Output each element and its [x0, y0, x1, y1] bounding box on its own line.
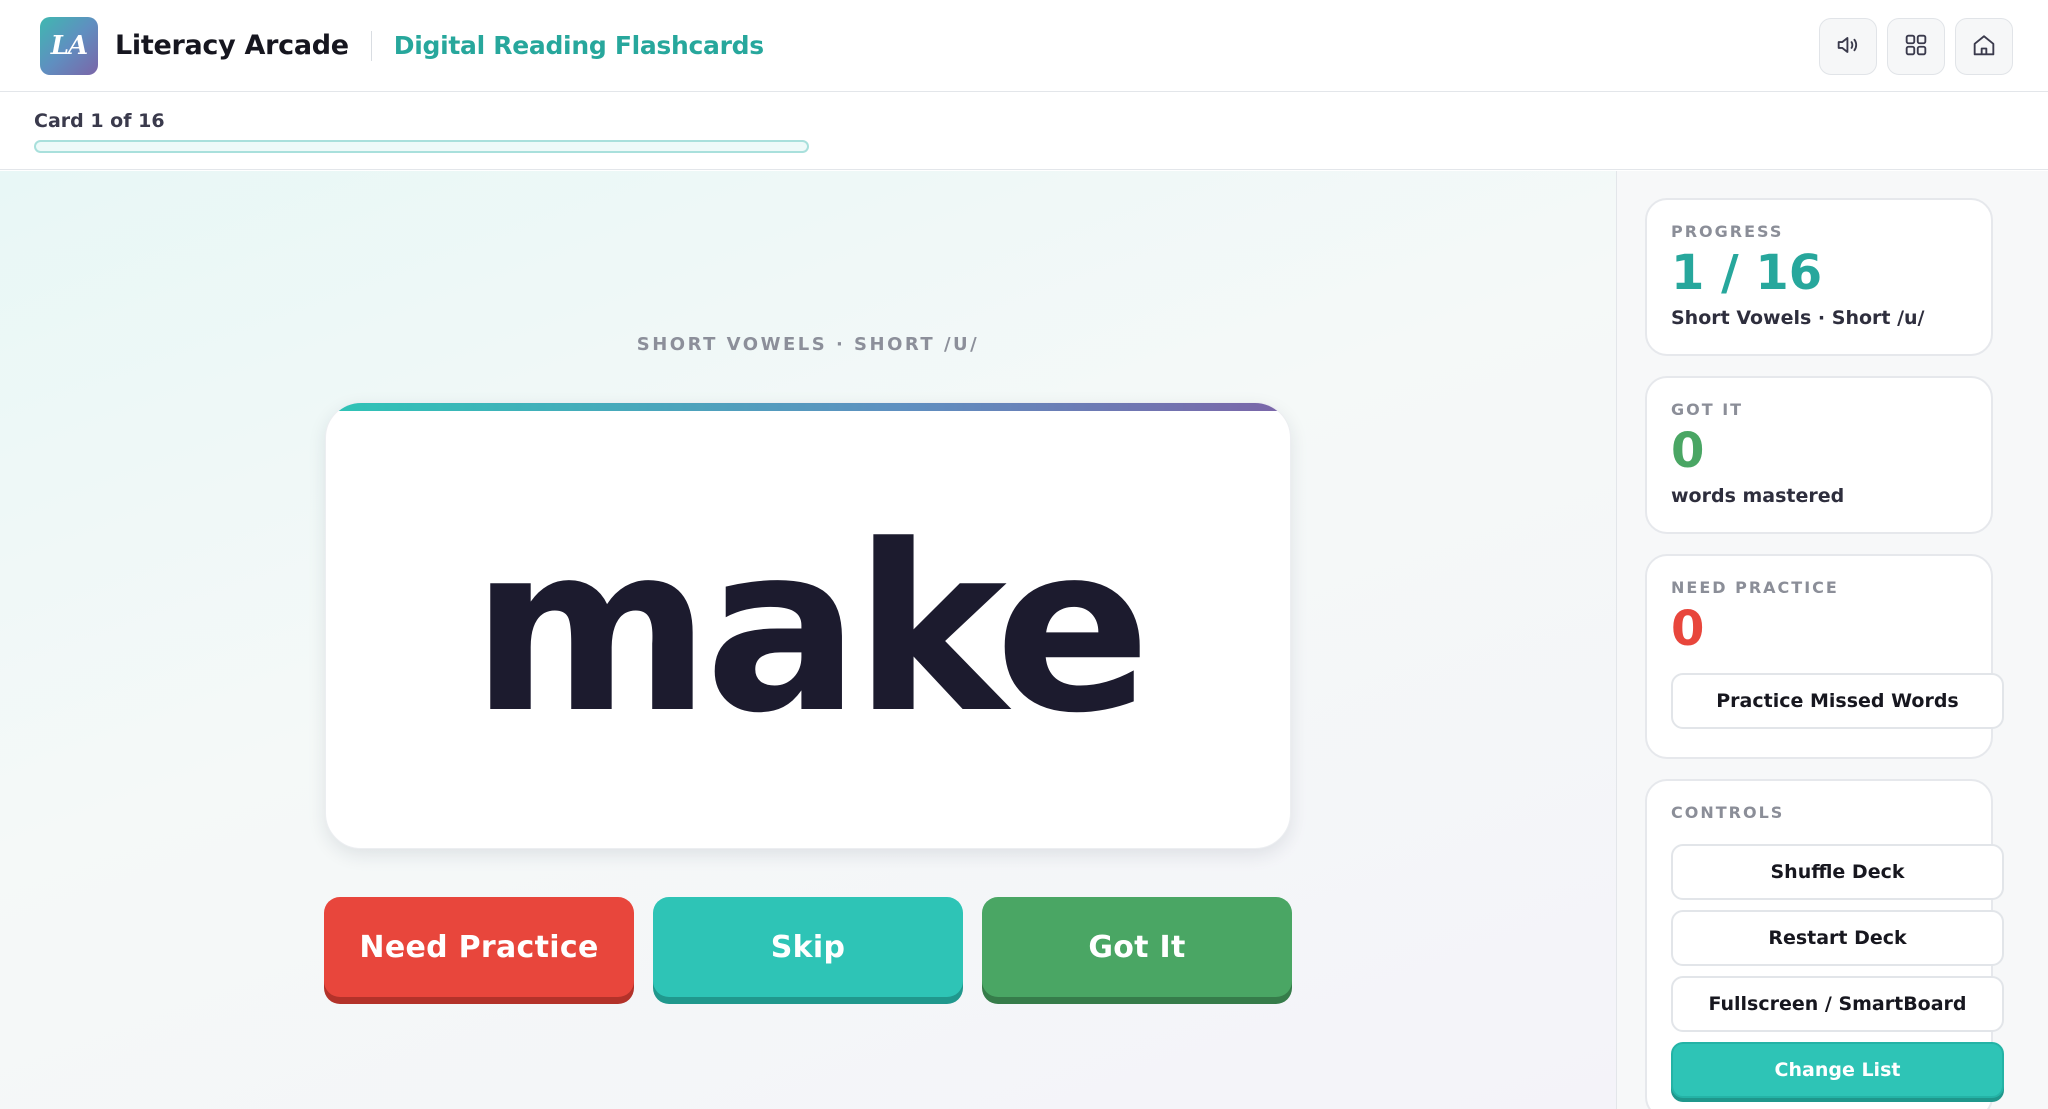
home-icon: [1970, 31, 1998, 63]
got-it-count: 0: [1671, 423, 1705, 479]
flashcard-word: make: [471, 497, 1151, 764]
practice-missed-words-button[interactable]: Practice Missed Words: [1671, 673, 2004, 729]
header-toolbar: [1819, 18, 2013, 75]
need-practice-label: NEED PRACTICE: [1671, 578, 1839, 597]
flashcard-stage: SHORT VOWELS · SHORT /U/ make Need Pract…: [0, 171, 1616, 1109]
shuffle-deck-button[interactable]: Shuffle Deck: [1671, 844, 2004, 900]
app-logo[interactable]: LA: [40, 16, 98, 75]
progress-label: PROGRESS: [1671, 222, 1784, 241]
answer-actions: Need Practice Skip Got It: [324, 897, 1292, 997]
app-title: Literacy Arcade: [115, 30, 349, 61]
need-practice-button[interactable]: Need Practice: [324, 897, 634, 997]
stats-sidebar: PROGRESS 1 / 16 Short Vowels · Short /u/…: [1616, 171, 2048, 1109]
skip-button[interactable]: Skip: [653, 897, 963, 997]
progress-deck-name: Short Vowels · Short /u/: [1671, 307, 1925, 329]
page-subtitle: Digital Reading Flashcards: [393, 31, 764, 60]
restart-deck-button[interactable]: Restart Deck: [1671, 910, 2004, 966]
controls-panel: CONTROLS Shuffle Deck Restart Deck Fulls…: [1645, 779, 2004, 1109]
menu-grid-button[interactable]: [1887, 18, 1945, 75]
card-counter: Card 1 of 16: [34, 110, 165, 132]
flashcard[interactable]: make: [325, 402, 1291, 849]
got-it-button[interactable]: Got It: [982, 897, 1292, 997]
progress-panel: PROGRESS 1 / 16 Short Vowels · Short /u/: [1645, 198, 1993, 356]
word-category: SHORT VOWELS · SHORT /U/: [636, 334, 980, 355]
got-it-panel: GOT IT 0 words mastered: [1645, 376, 1993, 534]
got-it-caption: words mastered: [1671, 485, 1845, 507]
app-header: LA Literacy Arcade Digital Reading Flash…: [0, 0, 2048, 92]
speaker-icon: [1834, 31, 1862, 63]
deck-progress-bar: [34, 140, 809, 153]
need-practice-panel: NEED PRACTICE 0 Practice Missed Words: [1645, 554, 2004, 759]
controls-label: CONTROLS: [1671, 803, 1785, 822]
progress-value: 1 / 16: [1671, 245, 1823, 301]
need-practice-count: 0: [1671, 601, 1705, 657]
title-divider: [370, 30, 372, 61]
grid-icon: [1902, 31, 1930, 63]
deck-progress-strip: Card 1 of 16: [0, 92, 2048, 170]
got-it-label: GOT IT: [1671, 400, 1744, 419]
home-button[interactable]: [1955, 18, 2013, 75]
change-list-button[interactable]: Change List: [1671, 1042, 2004, 1098]
sound-button[interactable]: [1819, 18, 1877, 75]
fullscreen-button[interactable]: Fullscreen / SmartBoard: [1671, 976, 2004, 1032]
